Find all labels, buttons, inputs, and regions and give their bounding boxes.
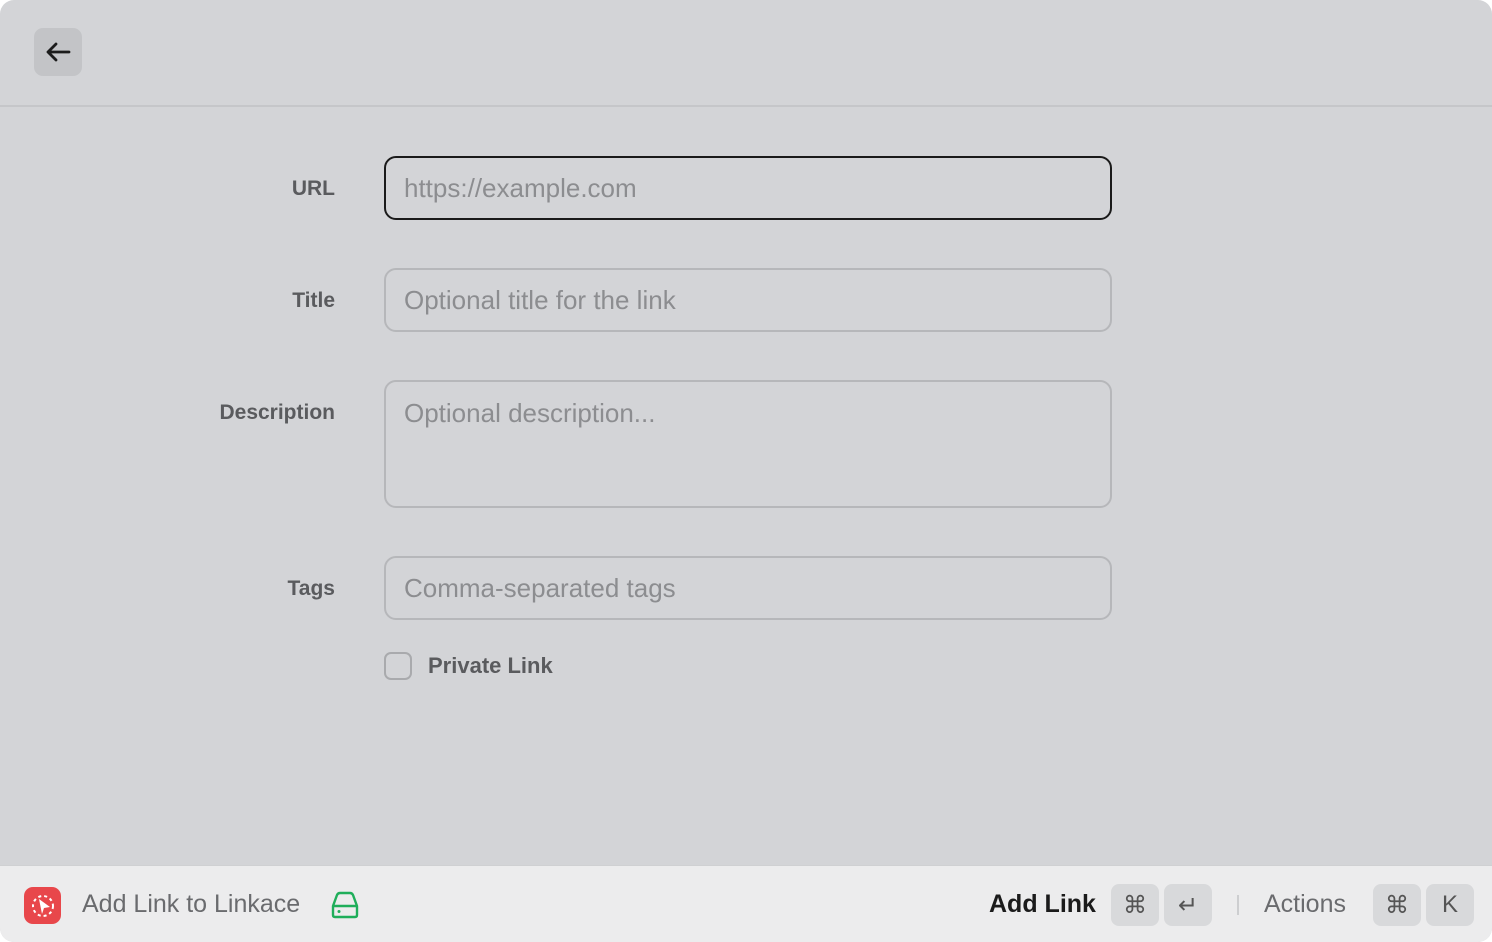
title-label: Title [292, 289, 335, 312]
url-label: URL [291, 177, 335, 200]
arrow-left-icon [46, 42, 71, 62]
linkace-app-icon [24, 887, 61, 924]
top-bar [0, 0, 1492, 107]
extension-window: URL Title Description Tags Private Link … [0, 0, 1492, 942]
description-label: Description [219, 401, 335, 424]
add-link-form: URL Title Description Tags Private Link [0, 107, 1492, 864]
return-key-icon: ↵ [1164, 884, 1212, 926]
url-input[interactable] [384, 156, 1112, 220]
private-link-label[interactable]: Private Link [428, 652, 553, 680]
actions-button[interactable]: Actions [1264, 866, 1346, 942]
tags-input[interactable] [384, 556, 1112, 620]
command-title: Add Link to Linkace [82, 890, 301, 918]
back-button[interactable] [34, 28, 82, 76]
tags-label: Tags [287, 577, 335, 600]
command-key-icon: ⌘ [1373, 884, 1421, 926]
private-link-checkbox[interactable] [384, 652, 412, 680]
description-textarea[interactable] [384, 380, 1112, 508]
hard-drive-icon [331, 891, 359, 919]
command-key-icon: ⌘ [1111, 884, 1159, 926]
k-key-icon: K [1426, 884, 1474, 926]
divider [1237, 895, 1239, 915]
add-link-button[interactable]: Add Link [989, 866, 1096, 942]
title-input[interactable] [384, 268, 1112, 332]
action-bar: Add Link to Linkace Add Link ⌘ ↵ Actions… [0, 865, 1492, 942]
